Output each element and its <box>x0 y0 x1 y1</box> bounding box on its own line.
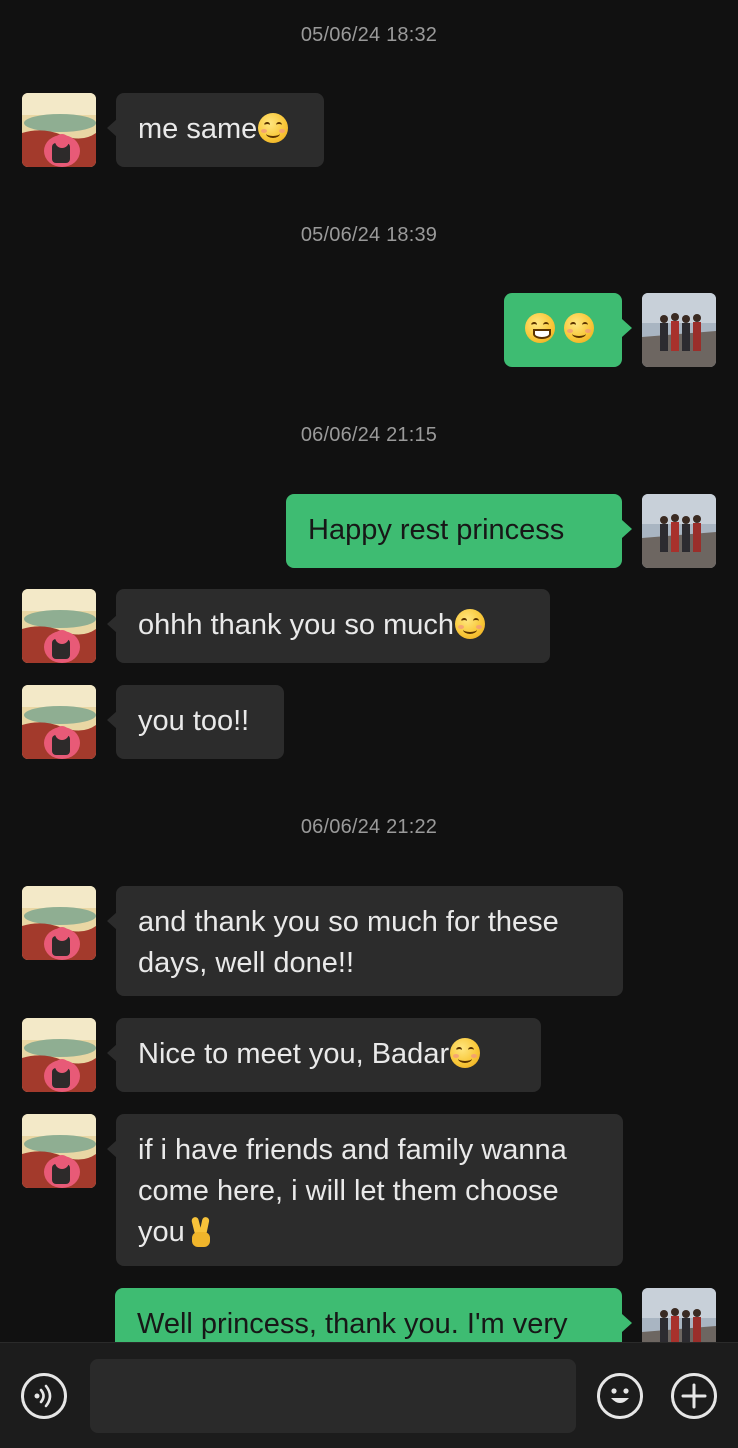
contact-avatar[interactable] <box>22 589 96 663</box>
emoji-face-icon <box>611 1388 629 1403</box>
message-bubble-incoming[interactable]: Nice to meet you, Badar <box>107 1018 541 1092</box>
contact-avatar[interactable] <box>22 685 96 759</box>
message-input[interactable] <box>90 1359 576 1433</box>
message-input-bar <box>0 1342 738 1448</box>
my-avatar[interactable] <box>642 494 716 568</box>
smiling-face-icon <box>450 1038 481 1068</box>
emoji-button[interactable] <box>597 1373 643 1419</box>
message-text: Happy rest princess <box>308 514 565 546</box>
message-bubble-outgoing[interactable]: Well princess, thank you. I'm very <box>115 1288 632 1342</box>
message-text: and thank you so much for these days, we… <box>138 906 559 979</box>
message-text: me same <box>138 113 258 145</box>
add-button[interactable] <box>671 1373 717 1419</box>
voice-icon <box>34 1384 52 1408</box>
smiling-face-icon <box>258 113 289 143</box>
voice-button[interactable] <box>21 1373 67 1419</box>
grinning-face-icon <box>525 313 555 343</box>
message-bubble-incoming[interactable]: me same <box>107 93 324 167</box>
message-bubble-outgoing[interactable]: Happy rest princess <box>286 494 632 568</box>
message-text: Well princess, thank you. I'm very <box>137 1308 568 1340</box>
my-avatar[interactable] <box>642 1288 716 1342</box>
plus-icon <box>681 1383 707 1409</box>
contact-avatar[interactable] <box>22 93 96 167</box>
message-text: you too!! <box>138 705 250 737</box>
message-bubble-incoming[interactable]: ohhh thank you so much <box>107 589 550 663</box>
contact-avatar[interactable] <box>22 886 96 960</box>
message-bubble-incoming[interactable]: if i have friends and family wanna come … <box>107 1114 623 1266</box>
contact-avatar[interactable] <box>22 1018 96 1092</box>
relieved-smiling-face-icon <box>454 609 485 639</box>
chat-history[interactable]: 05/06/24 18:32 me same 05/06/24 18:39 06… <box>0 0 738 1342</box>
my-avatar[interactable] <box>642 293 716 367</box>
contact-avatar[interactable] <box>22 1114 96 1188</box>
timestamp: 06/06/24 21:15 <box>300 424 438 446</box>
message-bubble-incoming[interactable]: you too!! <box>107 685 284 759</box>
message-text: ohhh thank you so much <box>138 609 454 641</box>
victory-hand-icon <box>189 1215 213 1247</box>
timestamp: 05/06/24 18:39 <box>300 224 438 246</box>
message-bubble-incoming[interactable]: and thank you so much for these days, we… <box>107 886 623 996</box>
timestamp: 06/06/24 21:22 <box>300 816 438 838</box>
timestamp: 05/06/24 18:32 <box>300 24 438 46</box>
message-text: Nice to meet you, Badar <box>138 1038 450 1070</box>
message-bubble-outgoing[interactable] <box>504 293 632 367</box>
smiling-face-icon <box>564 313 595 343</box>
